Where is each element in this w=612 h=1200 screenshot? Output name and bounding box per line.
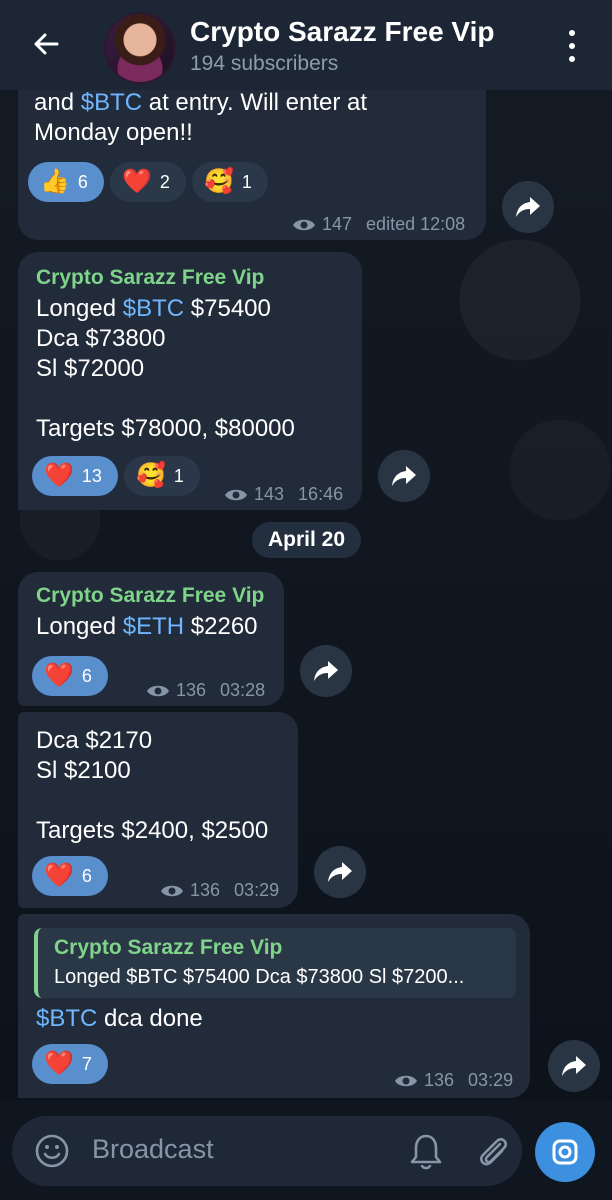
reaction-count: 7 (81, 1053, 92, 1074)
message-time: 03:28 (220, 680, 266, 700)
eye-icon (147, 685, 169, 696)
hashtag-link[interactable]: $BTC (36, 1005, 97, 1032)
message-meta: 147 edited 12:08 (292, 214, 465, 235)
reaction-heart[interactable]: ❤️ 6 (32, 656, 108, 696)
message-text: Monday open!! (34, 119, 193, 146)
share-forward-icon (516, 197, 540, 217)
quote-text: Longed $BTC $75400 Dca $73800 Sl $7200..… (54, 966, 465, 988)
back-button[interactable] (28, 26, 64, 62)
reaction-count: 13 (81, 465, 102, 486)
message-bubble[interactable]: Crypto Sarazz Free Vip Longed $BTC $7540… (18, 252, 362, 510)
message-text: Dca $73800 (36, 325, 166, 352)
broadcast-input-field[interactable]: Broadcast (12, 1116, 522, 1186)
message-time: 03:29 (468, 1070, 514, 1090)
share-forward-icon (392, 466, 416, 486)
date-separator: April 20 (252, 522, 362, 558)
view-count: 147 (322, 214, 353, 234)
composer-bar: Broadcast (0, 1100, 612, 1200)
channel-title[interactable]: Crypto Sarazz Free Vip (190, 16, 494, 48)
share-forward-icon (328, 862, 352, 882)
arrow-left-icon (34, 33, 59, 55)
sender-name: Crypto Sarazz Free Vip (36, 584, 265, 607)
share-button[interactable] (548, 1040, 600, 1092)
message-text: Targets $78000, $80000 (36, 415, 295, 442)
chat-header: Crypto Sarazz Free Vip 194 subscribers (0, 0, 612, 90)
sender-name: Crypto Sarazz Free Vip (36, 266, 265, 289)
message-text: and $BTC at entry. Will enter at (34, 89, 368, 116)
message-text: Sl $72000 (36, 355, 145, 382)
reaction-heart[interactable]: ❤️ 13 (32, 456, 118, 496)
camera-icon (552, 1139, 578, 1165)
message-meta: 136 03:28 (146, 680, 265, 701)
message-time: 16:46 (298, 484, 344, 504)
camera-button[interactable] (535, 1122, 595, 1182)
heart-icon: ❤️ (122, 168, 152, 195)
reaction-count: 2 (159, 171, 170, 192)
share-button[interactable] (300, 645, 352, 697)
message-text: Sl $2100 (36, 757, 131, 784)
share-forward-icon (562, 1056, 586, 1076)
channel-avatar[interactable] (104, 12, 176, 84)
more-vertical-icon[interactable] (560, 30, 584, 62)
share-button[interactable] (502, 181, 554, 233)
message-meta: 136 03:29 (160, 880, 279, 901)
message-bubble[interactable]: and $BTC at entry. Will enter at Monday … (18, 70, 486, 240)
message-bubble[interactable]: Crypto Sarazz Free Vip Longed $ETH $2260… (18, 572, 284, 706)
thumbs-up-icon: 👍 (40, 168, 70, 195)
message-bubble[interactable]: Dca $2170 Sl $2100 Targets $2400, $2500 … (18, 712, 298, 908)
reaction-count: 6 (81, 665, 92, 686)
eye-icon (161, 885, 183, 896)
view-count: 136 (176, 680, 207, 700)
eye-icon (293, 219, 315, 230)
reaction-smiling-hearts[interactable]: 🥰 1 (124, 456, 200, 496)
bell-icon[interactable] (408, 1132, 444, 1172)
share-button[interactable] (378, 450, 430, 502)
reply-quote[interactable]: Crypto Sarazz Free Vip Longed $BTC $7540… (34, 928, 516, 998)
message-text: Dca $2170 (36, 727, 153, 754)
reaction-heart[interactable]: ❤️ 7 (32, 1044, 108, 1084)
message-time: 03:29 (234, 880, 280, 900)
reaction-count: 1 (173, 465, 184, 486)
hashtag-link[interactable]: $BTC (123, 295, 184, 322)
message-text: Longed $ETH $2260 (36, 613, 258, 640)
heart-icon: ❤️ (44, 462, 74, 489)
heart-icon: ❤️ (44, 662, 74, 689)
share-button[interactable] (314, 846, 366, 898)
message-text: $BTC dca done (36, 1005, 203, 1032)
reaction-smiling-hearts[interactable]: 🥰 1 (192, 162, 268, 202)
reaction-count: 1 (241, 171, 252, 192)
smiling-hearts-icon: 🥰 (204, 168, 234, 195)
smiling-hearts-icon: 🥰 (136, 462, 166, 489)
message-meta: 143 16:46 (224, 484, 343, 505)
eye-icon (225, 489, 247, 500)
hashtag-link[interactable]: $ETH (123, 613, 184, 640)
smiley-icon[interactable] (34, 1133, 70, 1169)
share-forward-icon (314, 661, 338, 681)
view-count: 136 (190, 880, 221, 900)
reaction-heart[interactable]: ❤️ 6 (32, 856, 108, 896)
broadcast-placeholder: Broadcast (92, 1134, 214, 1164)
paperclip-icon[interactable] (474, 1132, 512, 1172)
reaction-thumbs-up[interactable]: 👍 6 (28, 162, 104, 202)
view-count: 136 (424, 1070, 455, 1090)
reaction-count: 6 (81, 865, 92, 886)
hashtag-link[interactable]: $BTC (81, 89, 142, 116)
view-count: 143 (254, 484, 285, 504)
subscriber-count: 194 subscribers (190, 52, 339, 75)
eye-icon (395, 1075, 417, 1086)
quote-sender: Crypto Sarazz Free Vip (54, 936, 283, 959)
message-meta: 136 03:29 (394, 1070, 513, 1091)
heart-icon: ❤️ (44, 862, 74, 889)
reaction-count: 6 (77, 171, 88, 192)
message-time: edited 12:08 (366, 214, 466, 234)
reaction-heart[interactable]: ❤️ 2 (110, 162, 186, 202)
message-text: Targets $2400, $2500 (36, 817, 269, 844)
message-text: Longed $BTC $75400 (36, 295, 271, 322)
heart-icon: ❤️ (44, 1050, 74, 1077)
